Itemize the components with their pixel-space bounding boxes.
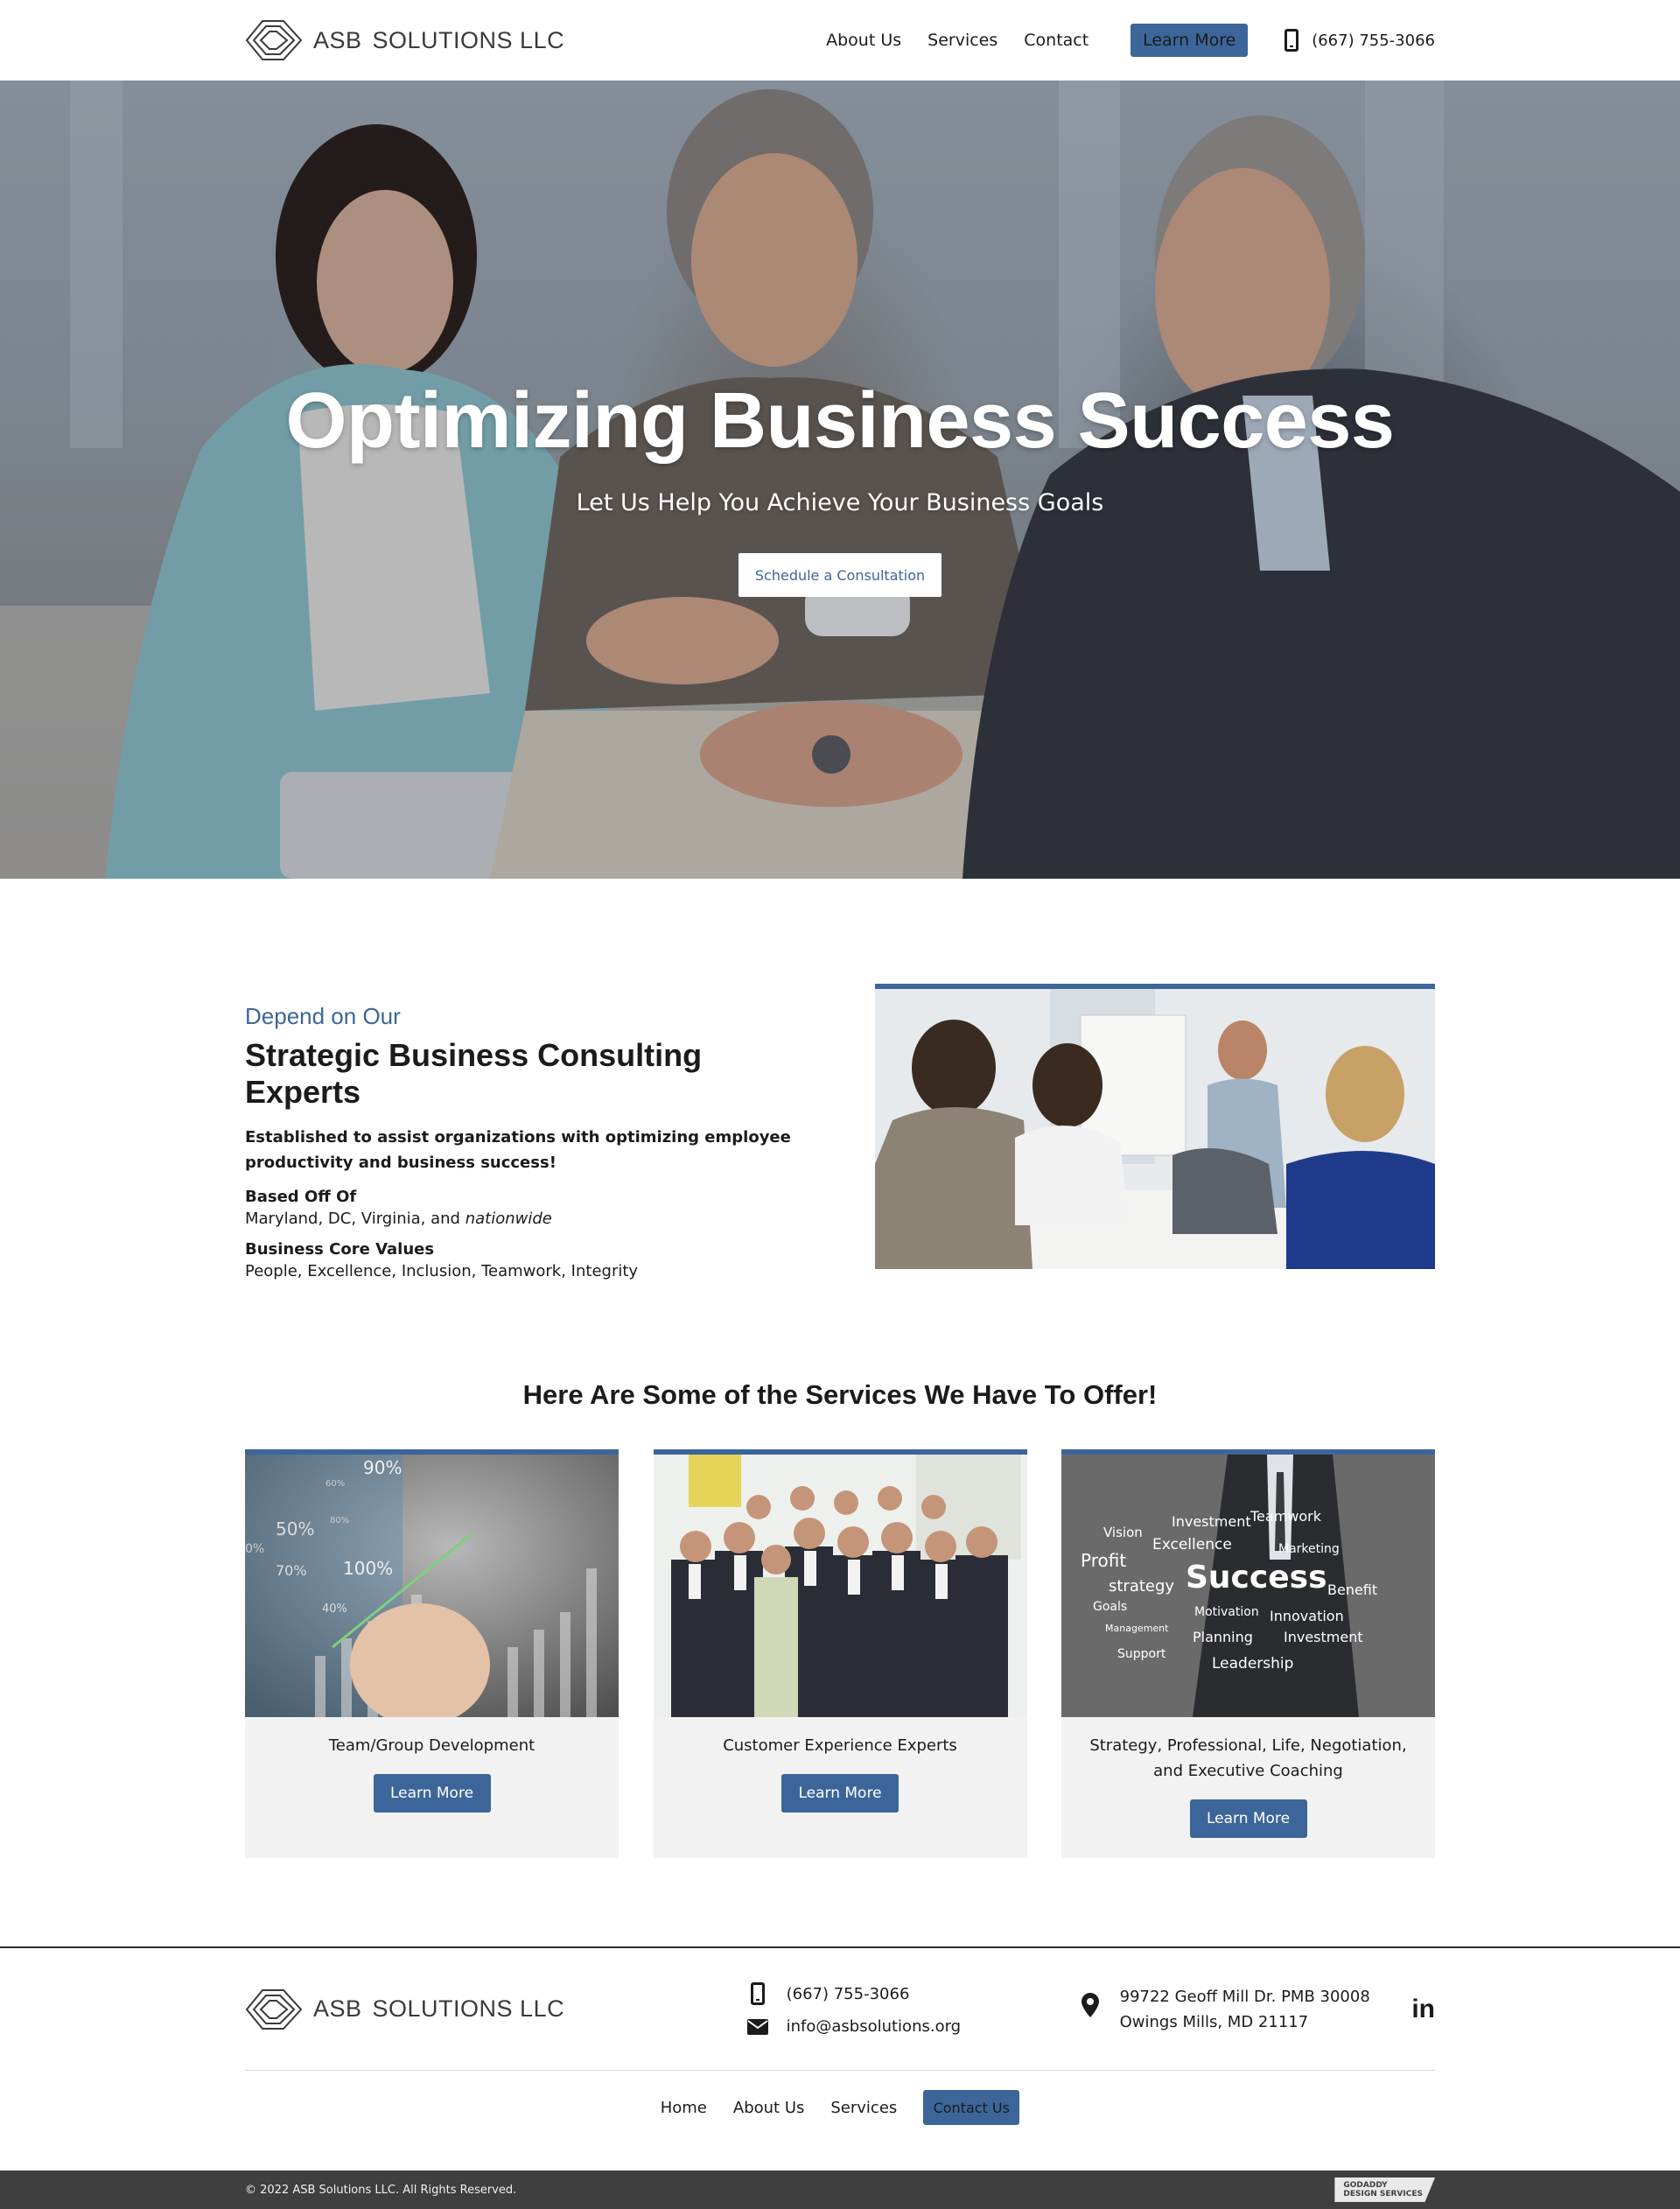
services-cards: 90% 50% 70% 100% 40% 60% 80% 0% Team/Gro… (245, 1449, 1435, 1858)
footer-nav-about-us[interactable]: About Us (733, 2099, 805, 2117)
address-line-2: Owings Mills, MD 21117 (1119, 2012, 1309, 2031)
word-profit: Profit (1081, 1550, 1126, 1571)
service-card-team-development: 90% 50% 70% 100% 40% 60% 80% 0% Team/Gro… (245, 1449, 619, 1858)
based-off-regions: Maryland, DC, Virginia, and (245, 1210, 466, 1228)
services-section: Here Are Some of the Services We Have To… (0, 1327, 1680, 1946)
chart-label-80: 80% (330, 1516, 349, 1525)
word-support: Support (1117, 1647, 1166, 1661)
about-text: Depend on Our Strategic Business Consult… (245, 984, 805, 1280)
footer-logo-text-name: SOLUTIONS LLC (372, 1995, 565, 2022)
linkedin-icon[interactable]: in (1411, 1995, 1435, 2024)
footer-email[interactable]: info@asbsolutions.org (746, 2017, 962, 2036)
word-leadership: Leadership (1212, 1655, 1293, 1673)
word-investment-2: Investment (1284, 1629, 1363, 1645)
chart-label-60: 60% (326, 1479, 345, 1489)
nav-contact[interactable]: Contact (1024, 31, 1088, 50)
about-title: Strategic Business Consulting Experts (245, 1037, 703, 1110)
header-phone[interactable]: (667) 755-3066 (1284, 29, 1435, 52)
learn-more-coaching-button[interactable]: Learn More (1189, 1799, 1307, 1838)
services-heading: Here Are Some of the Services We Have To… (522, 1379, 1158, 1410)
coaching-photo: Vision Investment Teamwork Excellence Pr… (1061, 1449, 1435, 1717)
header-phone-number: (667) 755-3066 (1312, 31, 1435, 50)
footer-info: ASB SOLUTIONS LLC (667) 755-3066 info@asb… (245, 1948, 1435, 2071)
card-title-team-development: Team/Group Development (328, 1736, 536, 1755)
word-benefit: Benefit (1327, 1581, 1377, 1598)
about-eyebrow: Depend on Our (245, 1003, 401, 1029)
word-management: Management (1105, 1623, 1169, 1634)
footer-address[interactable]: 99722 Geoff Mill Dr. PMB 30008 Owings Mi… (1081, 1984, 1370, 2035)
logo-mark-icon (245, 19, 303, 61)
footer-phone[interactable]: (667) 755-3066 (746, 1982, 962, 2005)
word-planning: Planning (1193, 1629, 1253, 1645)
site-footer: ASB SOLUTIONS LLC (667) 755-3066 info@asb… (0, 1946, 1680, 2159)
nav-about-us[interactable]: About Us (826, 31, 901, 50)
envelope-icon (746, 2018, 769, 2035)
word-marketing: Marketing (1278, 1542, 1340, 1556)
hero-subtitle: Let Us Help You Achieve Your Business Go… (576, 489, 1104, 516)
core-values-value: People, Excellence, Inclusion, Teamwork,… (245, 1262, 639, 1280)
about-section: Depend on Our Strategic Business Consult… (0, 879, 1680, 1327)
site-logo[interactable]: ASB SOLUTIONS LLC (245, 19, 564, 61)
learn-more-team-development-button[interactable]: Learn More (373, 1774, 491, 1813)
header-learn-more-button[interactable]: Learn More (1130, 24, 1249, 57)
chart-label-50: 50% (276, 1518, 314, 1539)
service-card-customer-experience: Customer Experience Experts Learn More (653, 1449, 1027, 1858)
footer-contact-us-button[interactable]: Contact Us (923, 2090, 1020, 2125)
footer-logo-text-abbr: ASB (313, 1995, 362, 2022)
word-excellence: Excellence (1152, 1536, 1232, 1553)
chart-label-70: 70% (276, 1562, 307, 1579)
word-investment-1: Investment (1172, 1513, 1251, 1530)
hero-section: Optimizing Business Success Let Us Help … (0, 81, 1680, 879)
core-values-label: Business Core Values (245, 1240, 435, 1259)
meeting-photo (875, 984, 1435, 1269)
learn-more-customer-experience-button[interactable]: Learn More (781, 1774, 899, 1813)
badge-line-1: GODADDY (1343, 2181, 1388, 2190)
address-line-1: 99722 Geoff Mill Dr. PMB 30008 (1119, 1987, 1370, 2006)
footer-nav-home[interactable]: Home (661, 2099, 707, 2117)
schedule-consultation-button[interactable]: Schedule a Consultation (738, 553, 942, 597)
word-innovation: Innovation (1270, 1608, 1344, 1624)
godaddy-badge[interactable]: GODADDY DESIGN SERVICES (1334, 2177, 1435, 2202)
card-title-customer-experience: Customer Experience Experts (723, 1736, 957, 1755)
copyright-bar: © 2022 ASB Solutions LLC. All Rights Res… (0, 2170, 1680, 2209)
based-off-label: Based Off Of (245, 1188, 357, 1206)
footer-nav-services[interactable]: Services (830, 2099, 897, 2117)
word-motivation: Motivation (1194, 1605, 1259, 1619)
logo-text-name: SOLUTIONS LLC (372, 26, 565, 53)
logo-mark-icon (245, 1988, 303, 2030)
card-title-coaching: Strategy, Professional, Life, Negotiatio… (1089, 1736, 1407, 1780)
chart-label-0: 0% (245, 1542, 264, 1556)
word-teamwork: Teamwork (1250, 1508, 1322, 1525)
badge-line-2: DESIGN SERVICES (1343, 2190, 1423, 2198)
footer-nav: Home About Us Services Contact Us (245, 2071, 1435, 2144)
word-vision: Vision (1103, 1525, 1143, 1540)
chart-label-90: 90% (363, 1457, 402, 1478)
footer-phone-number: (667) 755-3066 (786, 1984, 910, 2003)
customer-experience-photo (653, 1449, 1027, 1717)
site-header: ASB SOLUTIONS LLC About Us Services Conta… (0, 0, 1680, 81)
based-off-value: Maryland, DC, Virginia, and nationwide (245, 1210, 805, 1228)
chart-label-100: 100% (343, 1558, 393, 1579)
chart-label-40: 40% (322, 1602, 347, 1616)
footer-contact: (667) 755-3066 info@asbsolutions.org (746, 1982, 962, 2036)
phone-icon (746, 1982, 769, 2005)
word-goals: Goals (1093, 1600, 1127, 1614)
nav-services[interactable]: Services (928, 31, 998, 50)
copyright-text: © 2022 ASB Solutions LLC. All Rights Res… (245, 2183, 517, 2197)
based-off-nationwide: nationwide (465, 1210, 552, 1228)
footer-email-address: info@asbsolutions.org (786, 2017, 962, 2036)
word-success: Success (1186, 1560, 1327, 1595)
team-development-photo: 90% 50% 70% 100% 40% 60% 80% 0% (245, 1449, 619, 1717)
phone-icon (1284, 29, 1299, 52)
service-card-coaching: Vision Investment Teamwork Excellence Pr… (1061, 1449, 1435, 1858)
logo-text-abbr: ASB (313, 26, 362, 53)
map-pin-icon (1081, 1993, 1099, 2025)
about-lead: Established to assist organizations with… (245, 1128, 791, 1172)
footer-logo[interactable]: ASB SOLUTIONS LLC (245, 1988, 564, 2030)
hero-title: Optimizing Business Success (285, 377, 1395, 465)
word-strategy: strategy (1109, 1577, 1174, 1595)
main-nav: About Us Services Contact Learn More (66… (800, 24, 1435, 57)
